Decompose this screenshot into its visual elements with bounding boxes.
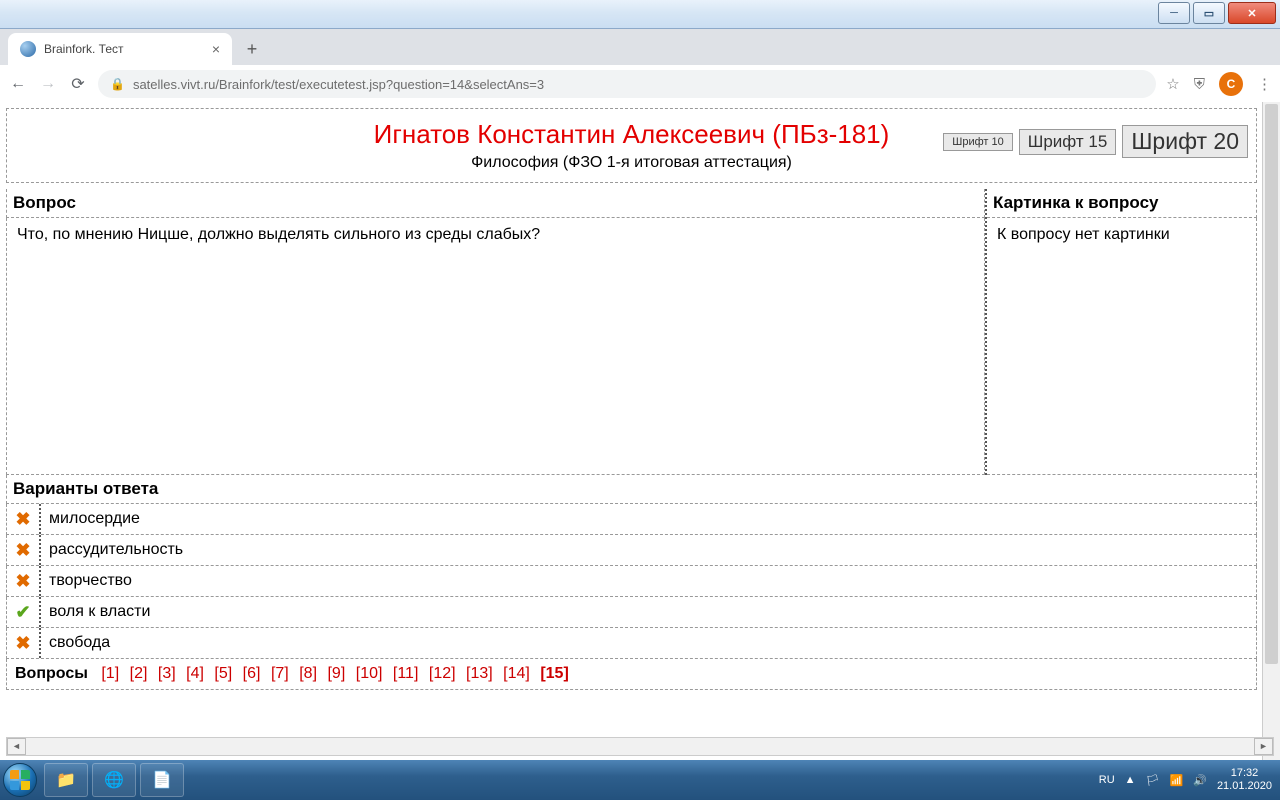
picture-heading: Картинка к вопросу (987, 189, 1257, 218)
answer-text: воля к власти (41, 597, 1256, 627)
question-link-4[interactable]: 4 (186, 665, 204, 682)
network-icon[interactable]: 📶 (1170, 774, 1184, 787)
clock-date: 21.01.2020 (1217, 780, 1272, 793)
window-maximize-button[interactable]: ▭ (1193, 2, 1225, 24)
clock-time: 17:32 (1217, 767, 1272, 780)
window-titlebar: ─ ▭ ✕ (0, 0, 1280, 29)
window-minimize-button[interactable]: ─ (1158, 2, 1190, 24)
font-size-10-button[interactable]: Шрифт 10 (943, 133, 1012, 151)
question-link-12[interactable]: 12 (429, 665, 456, 682)
taskbar-clock[interactable]: 17:32 21.01.2020 (1217, 767, 1272, 793)
vertical-scrollbar[interactable] (1262, 102, 1280, 760)
check-icon: ✔ (7, 597, 41, 627)
answers-heading: Варианты ответа (6, 475, 1257, 504)
answer-text: милосердие (41, 504, 1256, 534)
font-size-15-button[interactable]: Шрифт 15 (1019, 129, 1117, 155)
action-center-icon[interactable]: 🏳 (1146, 774, 1160, 787)
question-link-14[interactable]: 14 (503, 665, 530, 682)
back-button[interactable]: ← (8, 75, 28, 93)
shield-icon[interactable]: ⛨ (1194, 76, 1205, 93)
question-link-8[interactable]: 8 (299, 665, 317, 682)
answer-row[interactable]: ✖милосердие (6, 504, 1257, 535)
address-bar[interactable]: 🔒 satelles.vivt.ru/Brainfork/test/execut… (98, 70, 1156, 98)
answer-row[interactable]: ✖свобода (6, 628, 1257, 659)
url-text: satelles.vivt.ru/Brainfork/test/executet… (133, 77, 544, 92)
volume-icon[interactable]: 🔊 (1193, 774, 1207, 787)
question-link-9[interactable]: 9 (327, 665, 345, 682)
answers-list: ✖милосердие✖рассудительность✖творчество✔… (6, 504, 1257, 659)
lock-icon: 🔒 (110, 77, 125, 91)
answer-row[interactable]: ✖рассудительность (6, 535, 1257, 566)
question-nav: Вопросы 1 2 3 4 5 6 7 8 9 10 11 12 13 14… (6, 659, 1257, 690)
picture-body: К вопросу нет картинки (987, 218, 1257, 475)
browser-tabstrip: Brainfork. Тест × + (0, 29, 1280, 65)
scroll-right-button[interactable]: ► (1254, 738, 1273, 755)
star-icon[interactable]: ☆ (1166, 75, 1179, 93)
tab-title: Brainfork. Тест (44, 42, 124, 56)
tab-close-button[interactable]: × (212, 41, 220, 57)
page-content: Игнатов Константин Алексеевич (ПБз-181) … (0, 102, 1280, 760)
horizontal-scrollbar[interactable]: ◄ ► (6, 737, 1274, 756)
taskbar-chrome-button[interactable]: 🌐 (92, 763, 136, 797)
window-close-button[interactable]: ✕ (1228, 2, 1276, 24)
answer-text: свобода (41, 628, 1256, 658)
question-link-10[interactable]: 10 (356, 665, 383, 682)
taskbar-explorer-button[interactable]: 📁 (44, 763, 88, 797)
question-text: Что, по мнению Ницше, должно выделять си… (6, 218, 985, 475)
new-tab-button[interactable]: + (238, 35, 266, 63)
cross-icon: ✖ (7, 535, 41, 565)
taskbar-word-button[interactable]: 📄 (140, 763, 184, 797)
question-link-1[interactable]: 1 (101, 665, 119, 682)
question-nav-label: Вопросы (15, 665, 88, 682)
cross-icon: ✖ (7, 628, 41, 658)
kebab-menu-icon[interactable]: ⋮ (1257, 75, 1272, 93)
language-indicator[interactable]: RU (1099, 774, 1115, 786)
question-heading: Вопрос (6, 189, 985, 218)
cross-icon: ✖ (7, 566, 41, 596)
answer-text: творчество (41, 566, 1256, 596)
profile-avatar[interactable]: C (1219, 72, 1243, 96)
system-tray: RU ▲ 🏳 📶 🔊 17:32 21.01.2020 (1099, 767, 1280, 793)
taskbar: 📁 🌐 📄 RU ▲ 🏳 📶 🔊 17:32 21.01.2020 (0, 760, 1280, 800)
question-link-15[interactable]: 15 (540, 665, 568, 682)
browser-tab[interactable]: Brainfork. Тест × (8, 33, 232, 65)
answer-row[interactable]: ✔воля к власти (6, 597, 1257, 628)
question-link-2[interactable]: 2 (130, 665, 148, 682)
browser-toolbar: ← → ⟳ 🔒 satelles.vivt.ru/Brainfork/test/… (0, 65, 1280, 104)
answer-row[interactable]: ✖творчество (6, 566, 1257, 597)
answer-text: рассудительность (41, 535, 1256, 565)
windows-logo-icon (3, 763, 37, 797)
scroll-left-button[interactable]: ◄ (7, 738, 26, 755)
question-link-3[interactable]: 3 (158, 665, 176, 682)
globe-icon (20, 41, 36, 57)
start-button[interactable] (0, 760, 40, 800)
test-header: Игнатов Константин Алексеевич (ПБз-181) … (6, 108, 1257, 183)
question-link-13[interactable]: 13 (466, 665, 493, 682)
font-size-20-button[interactable]: Шрифт 20 (1122, 125, 1248, 158)
question-link-6[interactable]: 6 (243, 665, 261, 682)
reload-button[interactable]: ⟳ (68, 74, 88, 94)
question-link-11[interactable]: 11 (393, 665, 419, 682)
question-link-7[interactable]: 7 (271, 665, 289, 682)
tray-icon[interactable]: ▲ (1125, 774, 1136, 786)
forward-button[interactable]: → (38, 75, 58, 93)
question-link-5[interactable]: 5 (214, 665, 232, 682)
cross-icon: ✖ (7, 504, 41, 534)
